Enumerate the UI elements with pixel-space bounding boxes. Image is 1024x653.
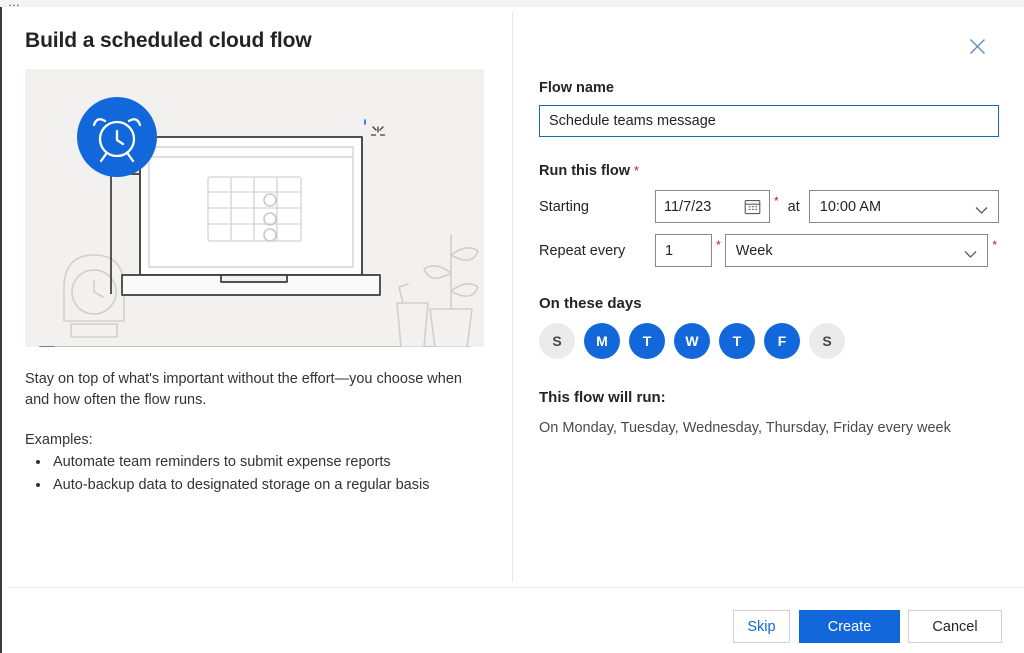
will-run-summary: On Monday, Tuesday, Wednesday, Thursday,… — [539, 420, 1001, 436]
flow-name-label: Flow name — [539, 80, 1001, 96]
build-scheduled-cloud-flow-dialog: Build a scheduled cloud flow — [8, 7, 1024, 653]
cancel-button[interactable]: Cancel — [908, 610, 1002, 643]
starting-row: Starting 11/7/23 * at 10:00 AM — [539, 190, 1001, 223]
day-toggle-monday[interactable]: M — [584, 323, 620, 359]
repeat-unit-select[interactable]: Week — [725, 234, 989, 267]
repeat-unit-value: Week — [736, 243, 773, 259]
scheduled-flow-illustration — [25, 69, 484, 347]
repeat-interval-input[interactable]: 1 — [655, 234, 712, 267]
list-item: Automate team reminders to submit expens… — [51, 451, 501, 474]
page-title: Build a scheduled cloud flow — [25, 29, 312, 53]
day-toggle-group: S M T W T F S — [539, 323, 1001, 359]
starting-label: Starting — [539, 199, 655, 215]
repeat-every-label: Repeat every — [539, 243, 655, 259]
dialog-footer: Skip Create Cancel — [8, 588, 1024, 653]
list-item: Auto-backup data to designated storage o… — [51, 474, 501, 497]
repeat-every-row: Repeat every 1 * Week * — [539, 234, 1001, 267]
day-toggle-saturday[interactable]: S — [809, 323, 845, 359]
start-date-picker[interactable]: 11/7/23 — [655, 190, 770, 223]
day-toggle-wednesday[interactable]: W — [674, 323, 710, 359]
day-toggle-tuesday[interactable]: T — [629, 323, 665, 359]
screen: … Build a scheduled cloud flow — [0, 0, 1024, 653]
chevron-down-icon — [964, 247, 977, 263]
day-toggle-sunday[interactable]: S — [539, 323, 575, 359]
skip-button[interactable]: Skip — [733, 610, 790, 643]
flow-name-input[interactable] — [539, 105, 999, 137]
repeat-interval-required-asterisk: * — [716, 238, 721, 252]
examples-label: Examples: — [25, 432, 501, 448]
repeat-unit-required-asterisk: * — [992, 238, 997, 252]
chevron-down-icon — [975, 203, 988, 219]
dialog-header: Build a scheduled cloud flow — [8, 7, 1024, 73]
info-paragraph: Stay on top of what's important without … — [25, 369, 481, 411]
at-label: at — [788, 199, 800, 215]
start-date-value: 11/7/23 — [664, 199, 711, 215]
run-this-flow-text: Run this flow — [539, 163, 630, 179]
will-run-label: This flow will run: — [539, 389, 1001, 406]
start-date-required-asterisk: * — [774, 194, 779, 208]
close-button[interactable] — [960, 29, 994, 63]
required-asterisk: * — [634, 163, 639, 178]
repeat-interval-value: 1 — [665, 243, 673, 259]
on-these-days-label: On these days — [539, 295, 1001, 312]
day-toggle-friday[interactable]: F — [764, 323, 800, 359]
run-this-flow-label: Run this flow * — [539, 163, 1001, 179]
start-time-value: 10:00 AM — [820, 199, 881, 215]
calendar-icon — [744, 198, 761, 219]
day-toggle-thursday[interactable]: T — [719, 323, 755, 359]
schedule-form: Flow name Run this flow * Starting 11/7/… — [539, 80, 1001, 436]
column-divider — [512, 12, 513, 582]
examples-list: Automate team reminders to submit expens… — [25, 451, 501, 497]
start-time-select[interactable]: 10:00 AM — [809, 190, 999, 223]
illustration-svg — [25, 69, 484, 347]
create-button[interactable]: Create — [799, 610, 900, 643]
left-info-panel: Stay on top of what's important without … — [25, 69, 501, 497]
close-icon — [969, 38, 986, 55]
